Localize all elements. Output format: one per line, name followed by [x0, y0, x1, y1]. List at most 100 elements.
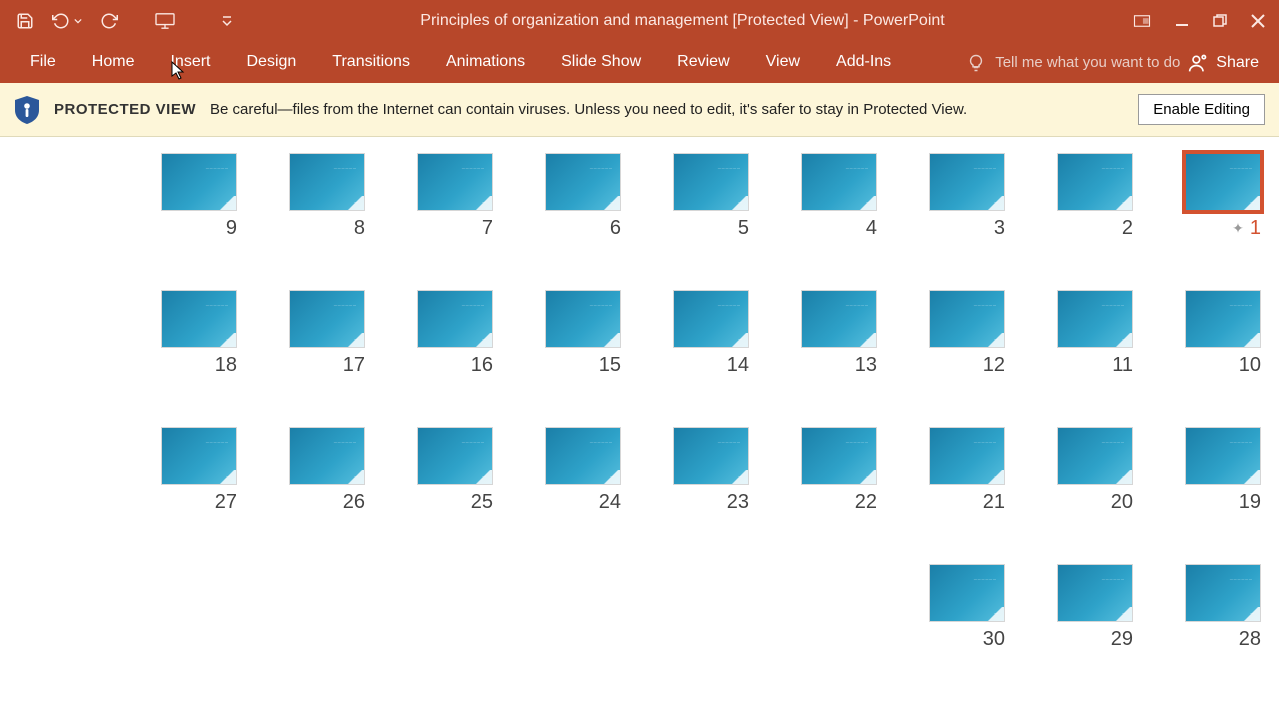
slide-thumbnail[interactable]: — — — — — —— [1185, 427, 1261, 485]
slide-thumbnail[interactable]: — — — — — —— [673, 427, 749, 485]
slide-item[interactable]: — — — — — ——14 [673, 290, 749, 377]
slide-thumbnail[interactable]: — — — — — —— [289, 290, 365, 348]
slide-item[interactable]: — — — — — ——8 [289, 153, 365, 240]
slide-item[interactable]: — — — — — —— 17 [289, 290, 365, 377]
slide-item[interactable]: — — — — — —— 15 [545, 290, 621, 377]
slide-thumbnail[interactable]: — — — — — —— [1057, 427, 1133, 485]
slide-thumbnail[interactable]: — — — — — —— [929, 290, 1005, 348]
slide-item[interactable]: — — — — — ——19 [1185, 427, 1261, 514]
tell-me-search[interactable]: Tell me what you want to do [967, 54, 1180, 72]
slide-thumbnail[interactable]: — — — — — —— [801, 290, 877, 348]
slide-number: 9 [226, 217, 237, 240]
enable-editing-button[interactable]: Enable Editing [1138, 94, 1265, 125]
tab-slide-show[interactable]: Slide Show [543, 43, 659, 83]
slide-item[interactable]: — — — — — —— 13 [801, 290, 877, 377]
slide-thumbnail[interactable]: — — — — — —— [673, 290, 749, 348]
restore-icon[interactable] [1213, 14, 1227, 28]
slide-number: 4 [866, 217, 877, 240]
slide-thumbnail[interactable]: — — — — — —— [161, 153, 237, 211]
slide-item[interactable]: — — — — — ——7 [417, 153, 493, 240]
qat-more-icon[interactable] [222, 15, 232, 27]
slide-thumbnail[interactable]: — — — — — —— [545, 153, 621, 211]
slideshow-icon[interactable] [154, 12, 176, 30]
slide-item[interactable]: — — — — — —— 4 [801, 153, 877, 240]
slide-sorter-pane[interactable]: — — — — — ——✦1— — — — — ——2— — — — — ——3… [0, 137, 1279, 715]
slide-item[interactable]: — — — — — ——23 [673, 427, 749, 514]
slide-thumbnail[interactable]: — — — — — —— [1057, 564, 1133, 622]
close-icon[interactable] [1251, 14, 1265, 28]
redo-icon[interactable] [100, 12, 118, 30]
share-button[interactable]: Share [1180, 47, 1267, 79]
slide-item[interactable]: — — — — — ——22 [801, 427, 877, 514]
undo-dropdown-icon[interactable] [74, 17, 82, 25]
undo-icon[interactable] [52, 12, 70, 30]
slide-thumbnail[interactable]: — — — — — —— [801, 153, 877, 211]
slide-number: 30 [983, 628, 1005, 651]
slide-number: 1 [1250, 217, 1261, 240]
ribbon-tabs: File Home Insert Design Transitions Anim… [0, 42, 1279, 83]
slide-thumbnail[interactable]: — — — — — —— [929, 564, 1005, 622]
slide-thumbnail[interactable]: — — — — — —— [801, 427, 877, 485]
window-controls [1133, 14, 1271, 28]
slide-item[interactable]: — — — — — ——25 [417, 427, 493, 514]
slide-item[interactable]: — — — — — ——12 [929, 290, 1005, 377]
slide-thumbnail[interactable]: — — — — — —— [289, 153, 365, 211]
tab-view[interactable]: View [748, 43, 818, 83]
slide-number: 15 [599, 354, 621, 377]
slide-item[interactable]: — — — — — —— 9 [161, 153, 237, 240]
slide-thumbnail[interactable]: — — — — — —— [289, 427, 365, 485]
slide-thumbnail[interactable]: — — — — — —— [545, 427, 621, 485]
ribbon-display-icon[interactable] [1133, 14, 1151, 28]
slide-item[interactable]: — — — — — ——11 [1057, 290, 1133, 377]
slide-number: 20 [1111, 491, 1133, 514]
tab-file[interactable]: File [12, 43, 74, 83]
slide-item[interactable]: — — — — — ——21 [929, 427, 1005, 514]
tab-animations[interactable]: Animations [428, 43, 543, 83]
tab-insert[interactable]: Insert [152, 43, 228, 83]
slide-item[interactable]: — — — — — —— 2 [1057, 153, 1133, 240]
slide-item[interactable]: — — — — — ——5 [673, 153, 749, 240]
slide-thumbnail[interactable]: — — — — — —— [161, 427, 237, 485]
tab-transitions[interactable]: Transitions [314, 43, 428, 83]
slide-item[interactable]: — — — — — ——24 [545, 427, 621, 514]
slide-thumbnail[interactable]: — — — — — —— [545, 290, 621, 348]
slide-number: 27 [215, 491, 237, 514]
slide-row: — — — — — ——✦1— — — — — ——2— — — — — ——3… [18, 153, 1261, 240]
slide-number: 2 [1122, 217, 1133, 240]
slide-item[interactable]: — — — — — ——29 [1057, 564, 1133, 651]
slide-item[interactable]: — — — — — ——28 [1185, 564, 1261, 651]
slide-thumbnail[interactable]: — — — — — —— [417, 427, 493, 485]
slide-thumbnail[interactable]: — — — — — —— [1185, 153, 1261, 211]
slide-thumbnail[interactable]: — — — — — —— [1185, 564, 1261, 622]
tab-review[interactable]: Review [659, 43, 747, 83]
tab-design[interactable]: Design [228, 43, 314, 83]
slide-item[interactable]: — — — — — —— 27 [161, 427, 237, 514]
slide-item[interactable]: — — — — — ——3 [929, 153, 1005, 240]
save-icon[interactable] [16, 12, 34, 30]
slide-thumbnail[interactable]: — — — — — —— [417, 290, 493, 348]
slide-item[interactable]: — — — — — ——16 [417, 290, 493, 377]
tab-home[interactable]: Home [74, 43, 153, 83]
slide-thumbnail[interactable]: — — — — — —— [161, 290, 237, 348]
minimize-icon[interactable] [1175, 14, 1189, 28]
slide-item[interactable]: — — — — — —— 20 [1057, 427, 1133, 514]
slide-item[interactable]: — — — — — ——6 [545, 153, 621, 240]
slide-thumbnail[interactable]: — — — — — —— [417, 153, 493, 211]
protected-view-bar: PROTECTED VIEW Be careful—files from the… [0, 83, 1279, 137]
slide-number: 18 [215, 354, 237, 377]
slide-item[interactable]: — — — — — —— 30 [929, 564, 1005, 651]
tell-me-label: Tell me what you want to do [995, 54, 1180, 71]
slide-thumbnail[interactable]: — — — — — —— [1185, 290, 1261, 348]
slide-item[interactable]: — — — — — —— 18 [161, 290, 237, 377]
slide-thumbnail[interactable]: — — — — — —— [929, 427, 1005, 485]
slide-item[interactable]: — — — — — ——26 [289, 427, 365, 514]
slide-thumbnail[interactable]: — — — — — —— [1057, 290, 1133, 348]
slide-item[interactable]: — — — — — ——✦1 [1185, 153, 1261, 240]
slide-number: 17 [343, 354, 365, 377]
slide-number: 13 [855, 354, 877, 377]
slide-thumbnail[interactable]: — — — — — —— [1057, 153, 1133, 211]
slide-thumbnail[interactable]: — — — — — —— [929, 153, 1005, 211]
tab-add-ins[interactable]: Add-Ins [818, 43, 909, 83]
slide-thumbnail[interactable]: — — — — — —— [673, 153, 749, 211]
slide-item[interactable]: — — — — — ——10 [1185, 290, 1261, 377]
